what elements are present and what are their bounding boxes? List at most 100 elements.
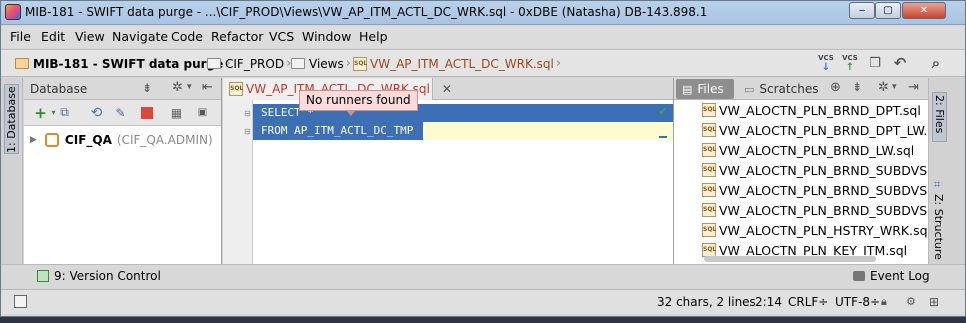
arrow-down-icon: ↓ [821,61,831,73]
left-tool-stripe: 1: Database [1,78,23,264]
file-item[interactable]: SQL VW_ALOCTN_PLN_BRND_SUBDVSN_L [702,180,928,200]
history-icon[interactable]: ❐ [866,53,884,73]
properties-icon[interactable]: ✎ [112,104,129,121]
file-item[interactable]: SQLVW_ALOCTN_PLN_BRND_SUBDVSN_V [702,200,928,220]
file-item-label: VW_ALOCTN_PLN_BRND_DPT.sql [719,102,921,118]
menu-file[interactable]: File [10,29,31,44]
sql-file-icon: SQL [702,223,716,237]
file-item-label: VW_ALOCTN_PLN_BRND_SUBDVSN_L [719,182,928,198]
search-icon[interactable]: ⌕ [927,53,945,73]
sql-file-icon: SQL [702,243,716,257]
fold-marker-icon[interactable]: ⊟ [244,127,251,136]
sql-file-icon: SQL [702,123,716,137]
tool-windows-toggle-icon[interactable] [14,295,27,308]
sql-file-icon: SQL [702,203,716,217]
menu-code[interactable]: Code [171,29,203,44]
database-tool-tab[interactable]: 1: Database [4,84,19,154]
line-ending-selector[interactable]: CRLF÷ [788,295,828,309]
editor-tab-bar: SQL VW_AP_ITM_ACTL_DC_WRK.sql ✕ [223,78,673,100]
expand-arrow-icon[interactable]: ▶ [30,135,37,145]
sql-file-icon: SQL [702,163,716,177]
tab-scratches[interactable]: ▭ Scratches [744,79,818,99]
dropdown-arrow-icon[interactable]: ▾ [892,82,897,92]
encoding-selector[interactable]: UTF-8÷ [835,295,880,309]
minimize-button[interactable]: ‒ [849,2,875,19]
breadcrumb-views[interactable]: Views › [291,56,353,71]
folder-icon [291,58,305,69]
hide-panel-icon[interactable]: ⇥ [908,80,919,95]
maximize-button[interactable]: ▢ [875,2,901,19]
fold-marker-icon[interactable]: ⊟ [244,109,251,118]
vcs-update-button[interactable]: VCS ↓ [817,53,835,73]
menu-refactor[interactable]: Refactor [211,29,263,44]
database-panel: Database ⇟ ✲ ▾ ⇤ + ▾ ⧉ ⟲ ✎ ▦ ▣ ▶ CIF_QA … [24,78,222,264]
console-icon[interactable]: ▣ [194,104,211,121]
tab-files-label: Files [697,82,724,96]
file-item[interactable]: SQLVW_ALOCTN_PLN_BRND_SUBDVSN.sql [702,160,928,180]
bottom-tool-bar: 9: Version Control Event Log [1,264,965,288]
collapse-all-icon[interactable]: ⇟ [142,81,152,95]
stop-square [140,106,153,119]
duplicate-icon[interactable]: ⧉ [56,104,73,121]
menu-vcs[interactable]: VCS [269,29,294,44]
gear-icon[interactable]: ✲ [172,80,183,95]
datasource-detail: (CIF_QA.ADMIN) [116,133,213,147]
menu-view[interactable]: View [75,29,105,44]
horizontal-scrollbar[interactable] [704,256,876,262]
datasource-icon [44,133,59,147]
file-item[interactable]: SQL VW_ALOCTN_PLN_BRND_DPT_LW.sql [702,120,928,140]
tab-files[interactable]: ▤ Files [676,79,734,99]
lock-icon[interactable]: 🔒︎ [881,295,887,309]
close-tab-icon[interactable]: ✕ [442,82,452,96]
vcs-commit-button[interactable]: VCS ↑ [841,53,859,73]
version-control-label: 9: Version Control [54,269,161,283]
refresh-icon[interactable]: ⟲ [88,104,105,121]
table-icon[interactable]: ▦ [168,104,185,121]
event-log-tab[interactable]: Event Log [853,269,930,283]
code-line-2[interactable]: FROM AP_ITM_ACTL_DC_TMP [253,122,423,140]
menu-window[interactable]: Window [302,29,351,44]
menu-bar: File Edit View Navigate Code Refactor VC… [1,26,965,48]
breadcrumb-project-label: MIB-181 - SWIFT data purge [33,56,224,71]
memory-indicator-icon[interactable]: ⊞ [929,295,939,309]
status-bar: 32 chars, 2 lines 2:14 CRLF÷ UTF-8÷ 🔒︎ ⚙… [1,289,965,314]
breadcrumb-file[interactable]: SQL VW_AP_ITM_ACTL_DC_WRK.sql › [353,56,563,71]
gear-icon[interactable]: ✲ [878,80,889,95]
breadcrumb-file-label: VW_AP_ITM_ACTL_DC_WRK.sql [370,56,554,71]
close-button[interactable]: ✕ [902,2,946,19]
desktop-taskbar [0,317,966,323]
chevron-right-icon: › [555,56,562,71]
event-log-label: Event Log [870,269,930,283]
tree-item-cif-qa[interactable]: ▶ CIF_QA (CIF_QA.ADMIN) [30,131,213,149]
editor-gutter: ⊟ ⊟ [223,78,253,264]
file-item[interactable]: SQL VW_ALOCTN_PLN_BRND_DPT.sql [702,100,921,120]
collapse-icon[interactable]: ⇟ [852,80,862,94]
tab-scratches-label: Scratches [759,82,819,96]
dropdown-arrow-icon[interactable]: ▾ [187,82,192,92]
files-tool-tab[interactable]: 2: Files [932,92,947,142]
navigation-bar: MIB-181 - SWIFT data purge › CIF_PROD › … [1,49,965,77]
files-icon: ▤ [682,82,693,96]
hide-panel-icon[interactable]: ⇤ [202,80,213,95]
file-item[interactable]: SQL VW_ALOCTN_PLN_HSTRY_WRK.sql [702,220,928,240]
file-item[interactable]: SQL VW_ALOCTN_PLN_BRND_LW.sql [702,140,914,160]
breadcrumb-cif-prod[interactable]: CIF_PROD › [207,56,293,71]
locate-icon[interactable]: ⊕ [830,80,841,95]
structure-tool-tab[interactable]: Z: Structure [932,194,945,260]
app-icon [5,4,21,20]
caret-position[interactable]: 2:14 [755,295,782,309]
hector-icon[interactable]: ⚙ [906,295,916,308]
revert-icon[interactable]: ↶ [891,53,909,73]
right-tool-stripe: 2: Files ⌗ Z: Structure [928,78,965,264]
selection-info: 32 chars, 2 lines [657,295,756,309]
project-folder-icon [15,58,29,69]
version-control-tab[interactable]: 9: Version Control [37,269,161,283]
breadcrumb-project[interactable]: MIB-181 - SWIFT data purge › [15,56,233,71]
menu-help[interactable]: Help [359,29,388,44]
breadcrumb-cif-prod-label: CIF_PROD [225,56,285,71]
menu-navigate[interactable]: Navigate [112,29,168,44]
arrow-up-icon: ↑ [845,61,855,73]
file-item-label: VW_ALOCTN_PLN_BRND_SUBDVSN.sql [719,162,928,178]
menu-edit[interactable]: Edit [41,29,65,44]
stop-icon[interactable] [138,104,155,121]
